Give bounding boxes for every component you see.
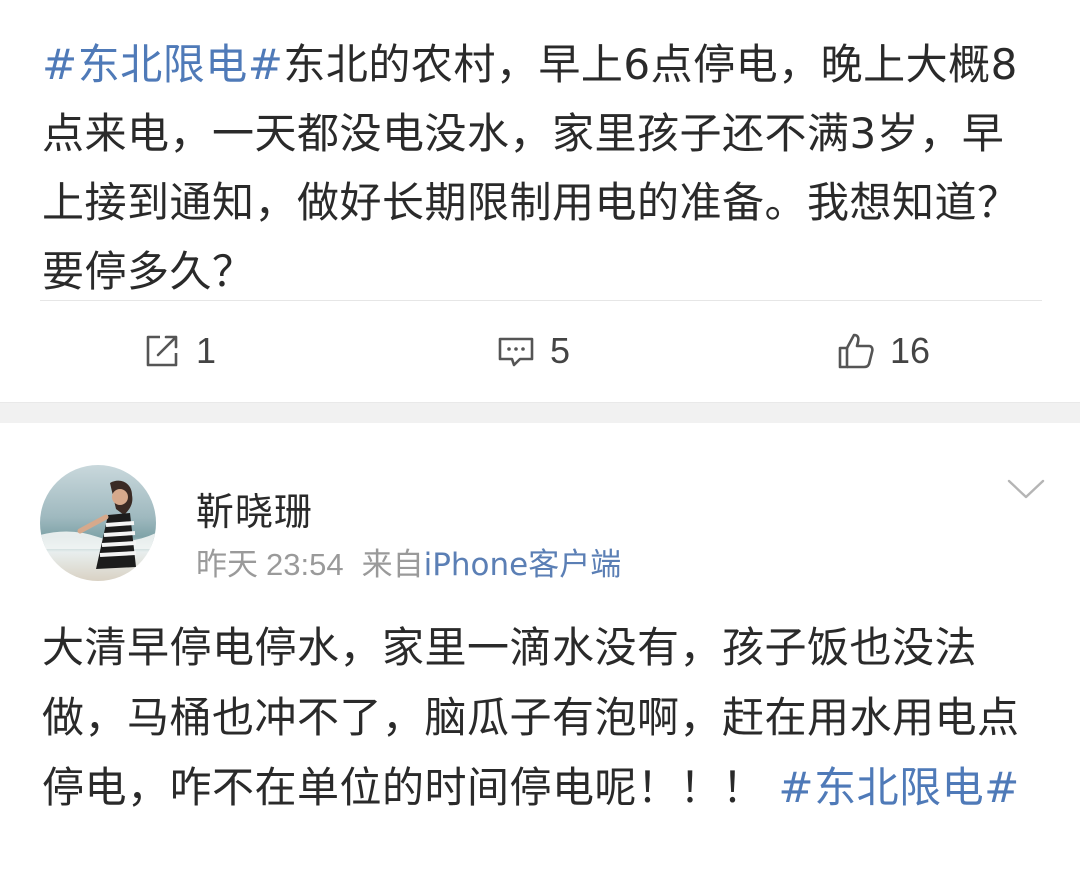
- chevron-down-icon[interactable]: [1006, 475, 1046, 503]
- post-topic-link[interactable]: #东北限电#: [42, 40, 283, 89]
- post-card: #东北限电#东北的农村，早上6点停电，晚上大概8点来电，一天都没电没水，家里孩子…: [0, 0, 1080, 402]
- comment-date: 昨天: [196, 547, 258, 583]
- repost-icon: [146, 335, 178, 367]
- comment-source-prefix: 来自: [361, 547, 424, 583]
- comment-source-client[interactable]: iPhone客户端: [424, 547, 622, 583]
- like-button[interactable]: 16: [836, 301, 930, 401]
- comment-topic-link[interactable]: #东北限电#: [778, 763, 1019, 812]
- section-separator: [0, 402, 1080, 424]
- avatar-image: [40, 465, 156, 581]
- like-count: 16: [890, 330, 931, 371]
- post-text: #东北限电#东北的农村，早上6点停电，晚上大概8点来电，一天都没电没水，家里孩子…: [42, 30, 1042, 306]
- repost-button[interactable]: 1: [142, 301, 216, 401]
- comment-time: 23:54: [266, 547, 344, 582]
- comment-meta: 昨天 23:54 来自iPhone客户端: [196, 539, 621, 584]
- comment-card: 靳晓珊 昨天 23:54 来自iPhone客户端 大清早停电停水，家里一滴水没有，孩…: [0, 423, 1080, 876]
- comment-text: 大清早停电停水，家里一滴水没有，孩子饭也没法做，马桶也冲不了，脑瓜子有泡啊，赶在…: [42, 613, 1042, 823]
- comment-username[interactable]: 靳晓珊: [196, 481, 313, 536]
- comment-button[interactable]: 5: [496, 301, 570, 401]
- post-action-bar: 1 5 16: [0, 301, 1080, 401]
- comment-icon: [498, 337, 534, 367]
- comment-count: 5: [550, 330, 571, 371]
- repost-count: 1: [196, 330, 217, 371]
- thumbs-up-icon: [838, 333, 874, 369]
- avatar[interactable]: [40, 465, 156, 581]
